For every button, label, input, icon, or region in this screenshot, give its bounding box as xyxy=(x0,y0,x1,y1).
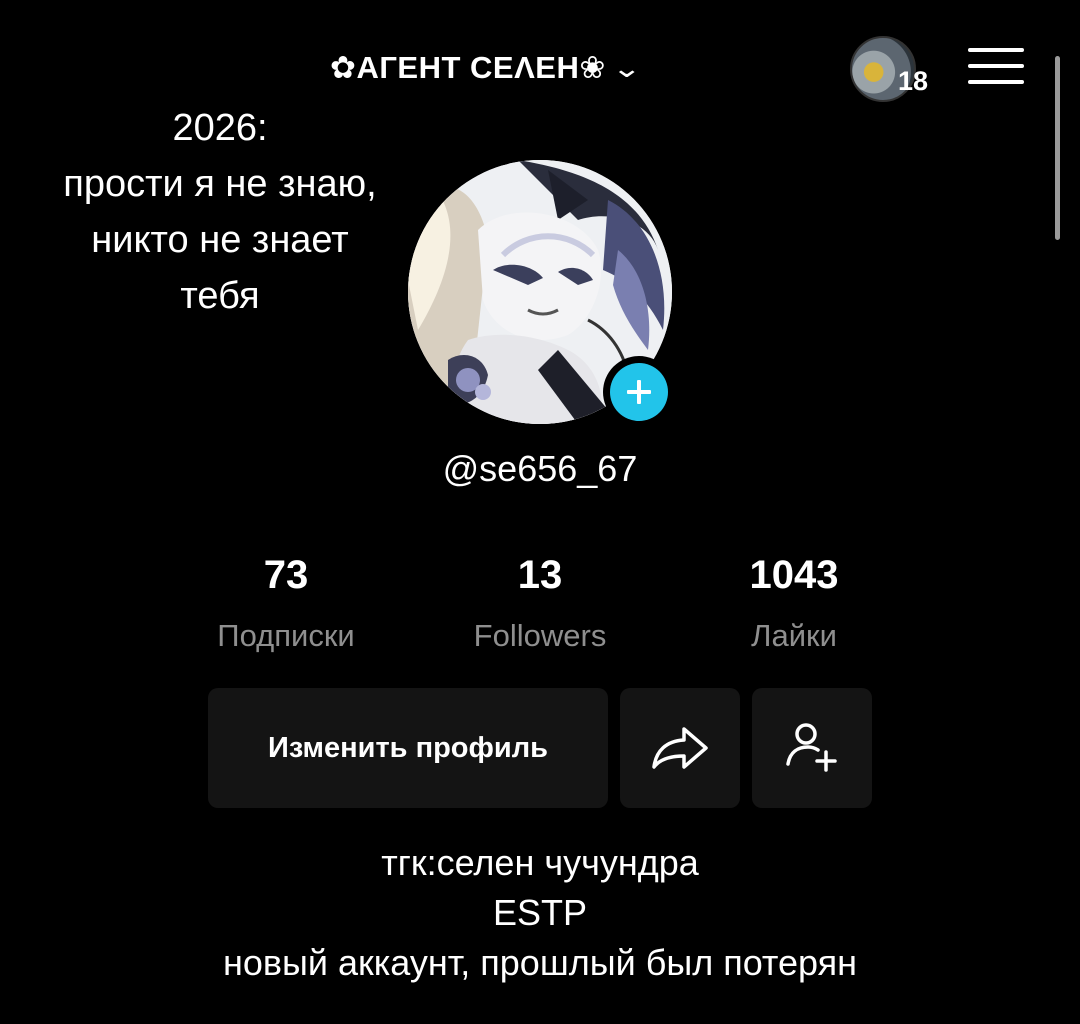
bio-line: ESTP xyxy=(492,892,588,933)
bio-line: тгк:селен чучундра xyxy=(381,842,699,883)
stat-value: 13 xyxy=(517,553,563,597)
stat-label: Лайки xyxy=(751,618,837,653)
plus-icon xyxy=(627,380,651,404)
chevron-down-icon: ⌄ xyxy=(611,52,643,83)
menu-icon[interactable] xyxy=(968,48,1024,88)
stat-value: 73 xyxy=(263,553,309,597)
stat-value: 1043 xyxy=(749,553,839,597)
stat-following[interactable]: 73 Подписки xyxy=(176,552,396,654)
add-friend-button[interactable] xyxy=(752,688,872,808)
username-handle: @se656_67 xyxy=(442,448,638,489)
add-story-button[interactable] xyxy=(603,356,675,428)
stat-followers[interactable]: 13 Followers xyxy=(430,552,650,654)
stat-label: Подписки xyxy=(217,618,355,653)
caption-line: 2026: xyxy=(172,107,268,149)
overlay-caption: 2026: прости я не знаю, никто не знает т… xyxy=(0,100,440,324)
stat-likes[interactable]: 1043 Лайки xyxy=(684,552,904,654)
add-friend-icon xyxy=(786,723,837,772)
share-profile-button[interactable] xyxy=(620,688,740,808)
edit-profile-button[interactable]: Изменить профиль xyxy=(208,688,608,808)
caption-line: тебя xyxy=(180,275,260,317)
profile-bio: тгк:селен чучундра ESTP новый аккаунт, п… xyxy=(0,838,1080,988)
bio-line: новый аккаунт, прошлый был потерян xyxy=(222,942,858,983)
share-icon xyxy=(652,727,708,769)
story-count-badge: 18 xyxy=(898,66,929,96)
caption-line: никто не знает xyxy=(91,219,349,261)
caption-line: прости я не знаю, xyxy=(63,163,377,205)
stat-label: Followers xyxy=(473,618,607,653)
account-name: ✿АГЕНТ СЕΛЕН❀ xyxy=(330,50,606,85)
account-switcher[interactable]: ✿АГЕНТ СЕΛЕН❀ ⌄ xyxy=(330,46,642,90)
scrollbar[interactable] xyxy=(1055,56,1060,240)
